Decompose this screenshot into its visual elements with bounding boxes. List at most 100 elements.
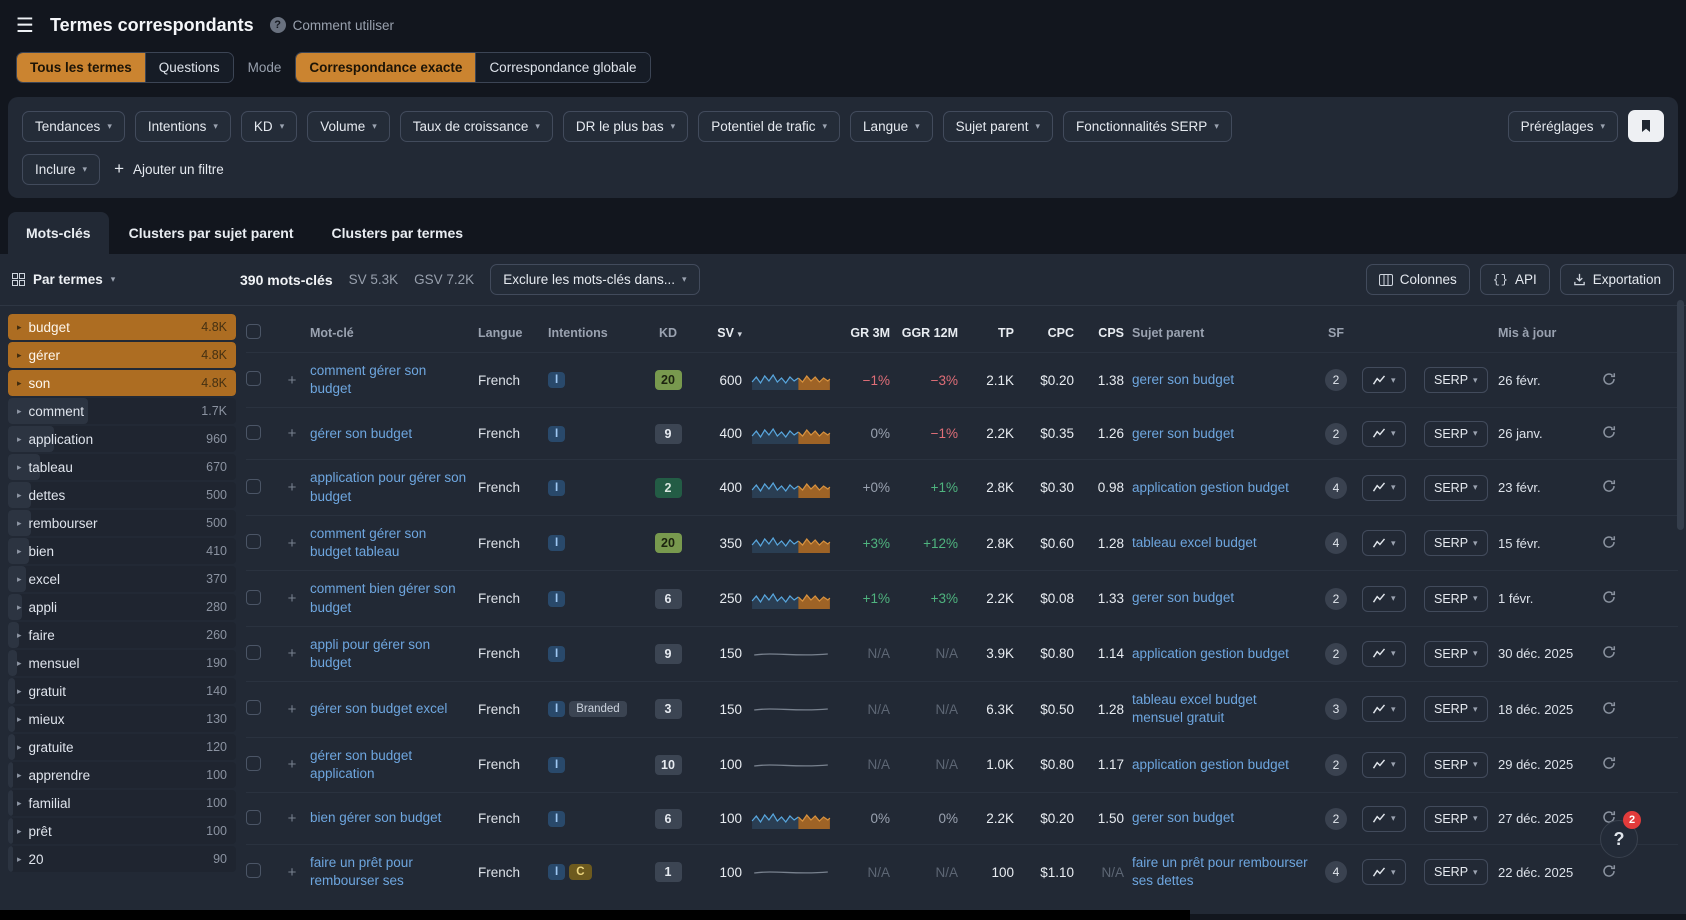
parent-topic-link[interactable]: faire un prêt pour rembourser ses dettes: [1132, 854, 1310, 890]
parent-topic-link[interactable]: gerer son budget: [1132, 809, 1234, 827]
add-keyword-button[interactable]: +: [282, 425, 302, 442]
serp-features-badge[interactable]: 2: [1325, 808, 1347, 830]
sidebar-term[interactable]: ▸ comment 1.7K: [8, 398, 236, 424]
help-chat-button[interactable]: ? 2: [1600, 820, 1638, 858]
position-history-button[interactable]: ▾: [1362, 806, 1406, 832]
expand-triangle-icon[interactable]: ▸: [17, 546, 22, 557]
row-checkbox[interactable]: [246, 645, 261, 660]
serp-features-badge[interactable]: 4: [1325, 477, 1347, 499]
tab[interactable]: Clusters par sujet parent: [111, 212, 312, 254]
add-filter-button[interactable]: + Ajouter un filtre: [110, 153, 228, 185]
row-checkbox[interactable]: [246, 590, 261, 605]
expand-triangle-icon[interactable]: ▸: [17, 490, 22, 501]
parent-topic-link[interactable]: application gestion budget: [1132, 645, 1289, 663]
serp-button[interactable]: SERP▾: [1424, 421, 1488, 447]
filter-dropdown[interactable]: DR le plus bas▾: [563, 111, 688, 142]
row-checkbox[interactable]: [246, 425, 261, 440]
parent-topic-link[interactable]: tableau excel budget: [1132, 534, 1257, 552]
filter-dropdown[interactable]: KD▾: [241, 111, 297, 142]
header-keyword[interactable]: Mot-clé: [310, 326, 470, 340]
serp-features-badge[interactable]: 2: [1325, 369, 1347, 391]
position-history-button[interactable]: ▾: [1362, 752, 1406, 778]
refresh-icon[interactable]: [1602, 535, 1628, 552]
sidebar-term[interactable]: ▸ appli 280: [8, 594, 236, 620]
sidebar-term[interactable]: ▸ gratuit 140: [8, 678, 236, 704]
sidebar-term[interactable]: ▸ son 4.8K: [8, 370, 236, 396]
group-by-dropdown[interactable]: Par termes ▾: [12, 272, 224, 287]
header-sf[interactable]: SF: [1318, 326, 1354, 340]
serp-button[interactable]: SERP▾: [1424, 696, 1488, 722]
keyword-link[interactable]: gérer son budget application: [310, 747, 470, 783]
row-checkbox[interactable]: [246, 700, 261, 715]
keyword-link[interactable]: appli pour gérer son budget: [310, 636, 470, 672]
expand-triangle-icon[interactable]: ▸: [17, 854, 22, 865]
refresh-icon[interactable]: [1602, 645, 1628, 662]
hamburger-menu-icon[interactable]: ☰: [16, 13, 34, 38]
expand-triangle-icon[interactable]: ▸: [17, 462, 22, 473]
sidebar-term[interactable]: ▸ rembourser 500: [8, 510, 236, 536]
filter-dropdown[interactable]: Sujet parent▾: [943, 111, 1053, 142]
serp-button[interactable]: SERP▾: [1424, 806, 1488, 832]
row-checkbox[interactable]: [246, 534, 261, 549]
parent-topic-link[interactable]: application gestion budget: [1132, 756, 1289, 774]
export-button[interactable]: Exportation: [1560, 264, 1674, 295]
position-history-button[interactable]: ▾: [1362, 475, 1406, 501]
expand-triangle-icon[interactable]: ▸: [17, 826, 22, 837]
parent-topic-link[interactable]: tableau excel budget mensuel gratuit: [1132, 691, 1310, 727]
keyword-link[interactable]: comment bien gérer son budget: [310, 580, 470, 616]
api-button[interactable]: { }API: [1480, 264, 1550, 295]
parent-topic-link[interactable]: gerer son budget: [1132, 589, 1234, 607]
refresh-icon[interactable]: [1602, 479, 1628, 496]
refresh-icon[interactable]: [1602, 701, 1628, 718]
sidebar-term[interactable]: ▸ dettes 500: [8, 482, 236, 508]
segment-button[interactable]: Tous les termes: [17, 53, 145, 82]
serp-button[interactable]: SERP▾: [1424, 530, 1488, 556]
serp-button[interactable]: SERP▾: [1424, 586, 1488, 612]
keyword-link[interactable]: bien gérer son budget: [310, 809, 441, 827]
how-to-use-link[interactable]: ? Comment utiliser: [270, 17, 394, 33]
add-keyword-button[interactable]: +: [282, 810, 302, 827]
serp-button[interactable]: SERP▾: [1424, 367, 1488, 393]
sidebar-term[interactable]: ▸ mieux 130: [8, 706, 236, 732]
add-keyword-button[interactable]: +: [282, 535, 302, 552]
filter-dropdown[interactable]: Volume▾: [307, 111, 390, 142]
expand-triangle-icon[interactable]: ▸: [17, 434, 22, 445]
expand-triangle-icon[interactable]: ▸: [17, 686, 22, 697]
header-gr3m[interactable]: GR 3M: [840, 326, 890, 340]
add-keyword-button[interactable]: +: [282, 645, 302, 662]
filter-dropdown[interactable]: Tendances▾: [22, 111, 125, 142]
row-checkbox[interactable]: [246, 371, 261, 386]
expand-triangle-icon[interactable]: ▸: [17, 322, 22, 333]
add-keyword-button[interactable]: +: [282, 590, 302, 607]
row-checkbox[interactable]: [246, 863, 261, 878]
keyword-link[interactable]: comment gérer son budget tableau: [310, 525, 470, 561]
filter-dropdown[interactable]: Intentions▾: [135, 111, 231, 142]
parent-topic-link[interactable]: gerer son budget: [1132, 371, 1234, 389]
row-checkbox[interactable]: [246, 479, 261, 494]
sidebar-term[interactable]: ▸ prêt 100: [8, 818, 236, 844]
tab[interactable]: Mots-clés: [8, 212, 109, 254]
serp-features-badge[interactable]: 3: [1325, 698, 1347, 720]
position-history-button[interactable]: ▾: [1362, 859, 1406, 885]
position-history-button[interactable]: ▾: [1362, 530, 1406, 556]
keyword-link[interactable]: gérer son budget excel: [310, 700, 447, 718]
bookmark-button[interactable]: [1628, 110, 1664, 142]
sidebar-term[interactable]: ▸ gratuite 120: [8, 734, 236, 760]
header-parent[interactable]: Sujet parent: [1132, 326, 1310, 340]
presets-dropdown[interactable]: Préréglages▾: [1508, 111, 1618, 142]
sidebar-term[interactable]: ▸ bien 410: [8, 538, 236, 564]
position-history-button[interactable]: ▾: [1362, 696, 1406, 722]
position-history-button[interactable]: ▾: [1362, 641, 1406, 667]
expand-triangle-icon[interactable]: ▸: [17, 518, 22, 529]
serp-features-badge[interactable]: 2: [1325, 754, 1347, 776]
exclude-keywords-dropdown[interactable]: Exclure les mots-clés dans...▾: [490, 264, 699, 295]
sidebar-term[interactable]: ▸ application 960: [8, 426, 236, 452]
serp-button[interactable]: SERP▾: [1424, 752, 1488, 778]
header-intents[interactable]: Intentions: [548, 326, 640, 340]
header-cpc[interactable]: CPC: [1022, 326, 1074, 340]
serp-button[interactable]: SERP▾: [1424, 859, 1488, 885]
serp-features-badge[interactable]: 2: [1325, 643, 1347, 665]
vertical-scrollbar[interactable]: [1677, 300, 1684, 530]
add-keyword-button[interactable]: +: [282, 864, 302, 881]
serp-button[interactable]: SERP▾: [1424, 641, 1488, 667]
